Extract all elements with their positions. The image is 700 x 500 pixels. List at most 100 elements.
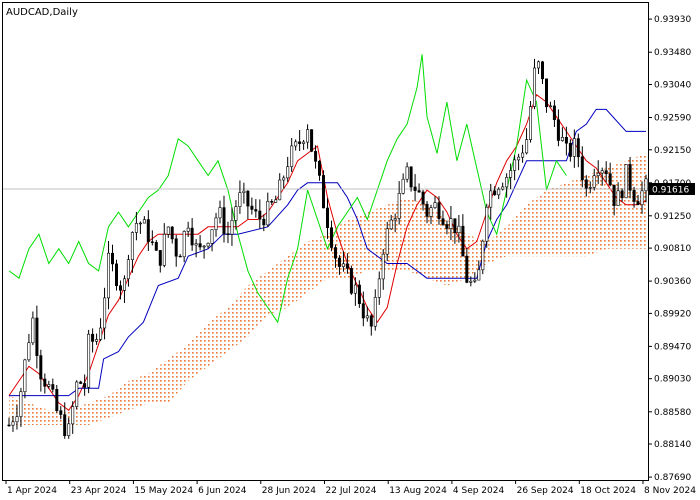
candle-body [385, 228, 389, 255]
candle-body [449, 218, 453, 229]
candle-body [536, 61, 540, 69]
candle-body [198, 243, 202, 248]
candle-body [282, 177, 286, 181]
candle-body [604, 170, 608, 175]
candle-body [632, 190, 636, 202]
candle-body [226, 233, 230, 235]
candle-body [218, 207, 222, 219]
candle-body [596, 172, 600, 176]
candle-body [59, 410, 63, 415]
candle-body [314, 151, 318, 162]
current-price-label: 0.91616 [652, 186, 689, 196]
candle-body [528, 106, 532, 140]
candle-body [266, 201, 270, 226]
x-tick-label: 1 Apr 2024 [7, 486, 57, 496]
candle-body [580, 156, 584, 181]
candle-body [35, 317, 39, 357]
candle-body [441, 218, 445, 225]
candle-body [130, 232, 134, 261]
candle-body [592, 175, 596, 188]
candle-body [87, 333, 91, 388]
y-tick-label: 0.93040 [654, 81, 691, 91]
candle-body [134, 223, 138, 233]
y-tick-label: 0.89920 [654, 309, 691, 319]
y-tick-label: 0.92590 [654, 114, 691, 124]
candle-body [222, 207, 226, 235]
x-tick-label: 26 Sep 2024 [517, 486, 574, 496]
candle-body [425, 203, 429, 217]
x-tick-label: 28 Jun 2024 [262, 486, 316, 496]
candle-body [194, 243, 198, 246]
x-tick-label: 22 Jul 2024 [326, 486, 377, 496]
candle-body [63, 414, 67, 437]
candle-body [437, 202, 441, 219]
candle-body [258, 210, 262, 220]
candle-body [532, 67, 536, 107]
candle-body [357, 284, 361, 305]
candle-body [453, 218, 457, 233]
candle-body [489, 190, 493, 208]
candle-body [274, 199, 278, 203]
candle-body [429, 207, 433, 217]
y-tick-label: 0.91250 [654, 212, 691, 222]
candle-body [465, 255, 469, 283]
candle-body [15, 416, 19, 423]
candle-body [628, 164, 632, 191]
candle-body [250, 205, 254, 210]
candle-body [142, 219, 146, 224]
x-tick-label: 15 May 2024 [134, 486, 193, 496]
candle-body [477, 269, 481, 281]
candle-body [501, 186, 505, 190]
candle-body [154, 242, 158, 251]
candle-body [11, 421, 15, 426]
candle-body [123, 278, 127, 291]
candle-body [540, 61, 544, 80]
candle-body [254, 209, 258, 212]
candle-body [636, 201, 640, 206]
candle-body [79, 381, 83, 384]
candle-body [497, 188, 501, 196]
candle-body [150, 241, 154, 243]
y-tick-label: 0.88140 [654, 440, 691, 450]
candle-body [270, 201, 274, 203]
candle-body [564, 137, 568, 144]
candle-body [485, 206, 489, 242]
candle-body [572, 138, 576, 157]
candle-body [174, 238, 178, 257]
candle-body [481, 240, 485, 271]
candle-body [242, 190, 246, 193]
candle-body [162, 233, 166, 266]
chart-title: AUDCAD,Daily [6, 7, 78, 18]
candle-body [584, 179, 588, 189]
candle-body [365, 315, 369, 319]
candle-body [186, 227, 190, 232]
candle-body [517, 156, 521, 161]
candle-body [170, 226, 174, 240]
candle-body [39, 355, 43, 380]
candle-body [182, 231, 186, 258]
candle-body [552, 105, 556, 121]
candle-body [31, 317, 35, 344]
y-axis: 0.939300.934800.930400.925900.921500.917… [648, 15, 691, 483]
candle-body [616, 190, 620, 206]
candle-body [166, 226, 170, 235]
candle-body [202, 245, 206, 248]
candle-body [310, 129, 314, 152]
candle-body [214, 217, 218, 230]
x-tick-label: 13 Aug 2024 [389, 486, 447, 496]
candle-body [600, 170, 604, 174]
candle-body [111, 252, 115, 265]
candle-body [278, 179, 282, 201]
candle-body [588, 187, 592, 189]
candle-body [325, 207, 329, 229]
x-tick-label: 4 Sep 2024 [453, 486, 505, 496]
candle-body [234, 206, 238, 221]
candle-body [158, 250, 162, 266]
candle-body [262, 218, 266, 226]
candle-body [83, 383, 87, 388]
candle-body [405, 166, 409, 180]
y-tick-label: 0.87690 [654, 473, 691, 483]
candle-body [298, 141, 302, 144]
candle-body [353, 284, 357, 294]
candle-body [290, 145, 294, 167]
